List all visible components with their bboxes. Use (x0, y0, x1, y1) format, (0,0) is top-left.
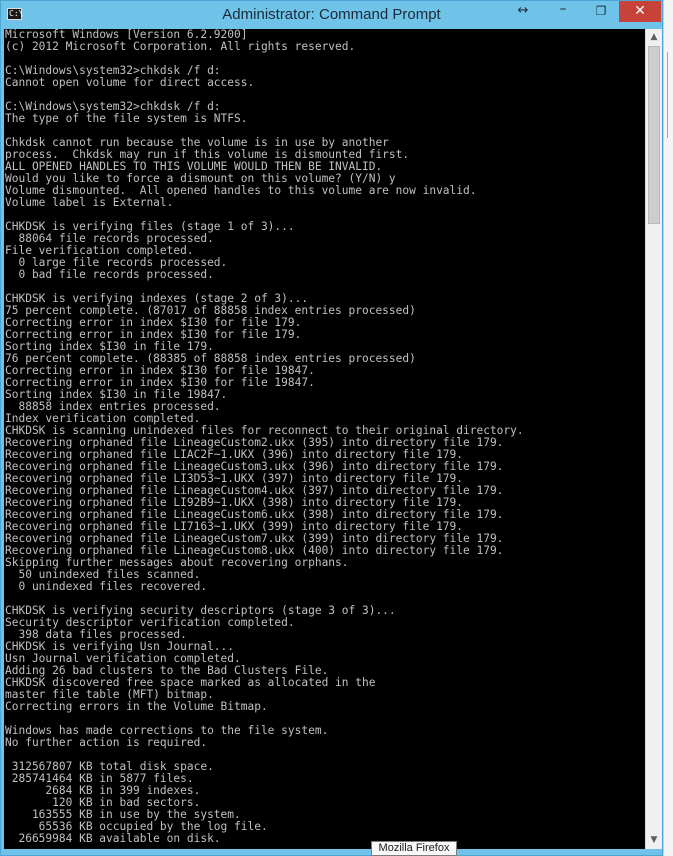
background-window-edge (663, 0, 673, 856)
close-button[interactable]: ✕ (619, 1, 661, 22)
scroll-up-arrow-icon[interactable]: ▲ (646, 29, 662, 46)
console-line: Cannot open volume for direct access. (5, 76, 255, 89)
console-output[interactable]: Microsoft Windows [Version 6.2.9200] (c) … (4, 29, 645, 849)
console-line: Correcting errors in the Volume Bitmap. (5, 700, 268, 713)
console-line: The type of the file system is NTFS. (5, 112, 248, 125)
background-window-divider (667, 52, 673, 138)
console-line: Volume label is External. (5, 196, 174, 209)
console-line: 26659984 KB available on disk. (5, 832, 221, 845)
vertical-scrollbar[interactable]: ▲ ▼ (645, 29, 662, 849)
console-line: (c) 2012 Microsoft Corporation. All righ… (5, 40, 356, 53)
scroll-down-arrow-icon[interactable]: ▼ (646, 832, 662, 849)
scrollbar-thumb[interactable] (648, 46, 660, 224)
minimize-button[interactable]: – (549, 1, 577, 22)
title-bar[interactable]: Administrator: Command Prompt C:\ ↔ – ❐ … (1, 1, 662, 29)
console-line: No further action is required. (5, 736, 208, 749)
resize-arrows-icon: ↔ (517, 3, 529, 18)
taskbar-tooltip: Mozilla Firefox (371, 841, 457, 856)
console-line: 0 unindexed files recovered. (5, 580, 208, 593)
command-prompt-window: Administrator: Command Prompt C:\ ↔ – ❐ … (0, 0, 663, 856)
restore-button[interactable]: ❐ (581, 1, 621, 22)
console-line: 0 bad file records processed. (5, 268, 214, 281)
command-prompt-icon[interactable]: C:\ (7, 8, 23, 20)
